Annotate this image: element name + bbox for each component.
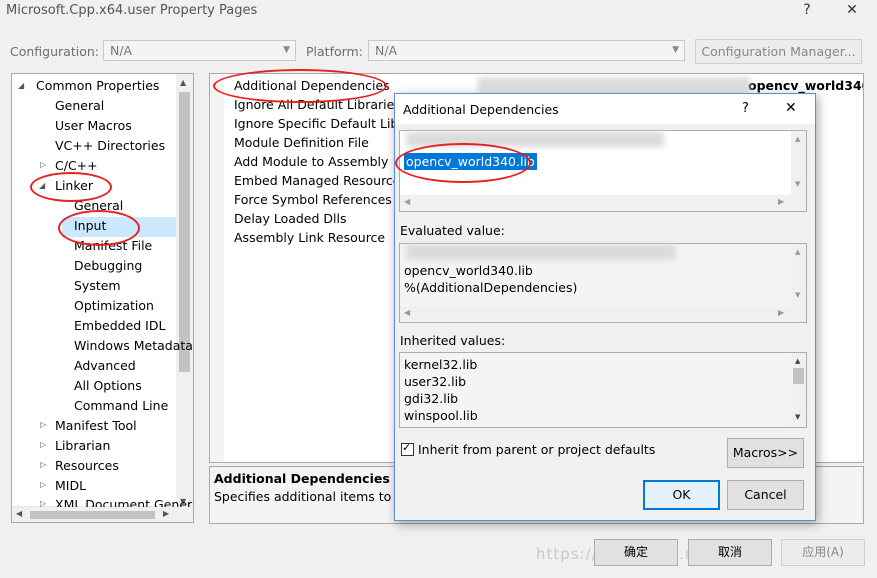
evaluated-horizontal-scrollbar[interactable]: ◀ ▶ <box>400 306 806 322</box>
chevron-down-icon: ▼ <box>283 45 290 55</box>
scrollbar-thumb[interactable] <box>793 368 804 384</box>
tree-item-command-line[interactable]: Command Line <box>74 396 168 416</box>
configuration-combobox[interactable]: N/A ▼ <box>103 40 296 61</box>
scroll-left-icon[interactable]: ◀ <box>404 197 410 206</box>
collapsed-arrow-icon[interactable]: ▷ <box>40 460 46 469</box>
tree-vertical-scrollbar[interactable]: ▲ ▼ <box>176 74 193 522</box>
description-title: Additional Dependencies <box>214 471 390 486</box>
grid-row-name[interactable]: Force Symbol References <box>234 190 392 209</box>
scroll-down-icon[interactable]: ▼ <box>795 291 800 299</box>
evaluated-line: opencv_world340.lib <box>404 263 533 278</box>
tree-item-embedded-idl[interactable]: Embedded IDL <box>74 316 165 336</box>
configuration-label: Configuration: <box>10 44 99 59</box>
tree-item-general[interactable]: General <box>55 96 104 116</box>
grid-gutter <box>210 74 224 462</box>
evaluated-line: %(AdditionalDependencies) <box>404 280 578 295</box>
apply-footer-button[interactable]: 应用(A) <box>781 539 865 566</box>
annotation-circle <box>58 210 140 246</box>
tree-item-advanced[interactable]: Advanced <box>74 356 136 376</box>
tree-item-user-macros[interactable]: User Macros <box>55 116 132 136</box>
tree-item-manifest-tool[interactable]: Manifest Tool <box>55 416 137 436</box>
inherited-line: winspool.lib <box>404 408 478 423</box>
collapsed-arrow-icon[interactable]: ▷ <box>40 160 46 169</box>
inherited-line: kernel32.lib <box>404 357 478 372</box>
ok-footer-button[interactable]: 确定 <box>594 539 678 566</box>
tree-item-all-options[interactable]: All Options <box>74 376 142 396</box>
inherited-values-label: Inherited values: <box>400 333 506 348</box>
scroll-right-icon[interactable]: ▶ <box>778 308 784 317</box>
inherited-line: user32.lib <box>404 374 467 389</box>
dialog-cancel-button[interactable]: Cancel <box>727 480 804 510</box>
redacted-region <box>478 77 750 93</box>
dialog-title: Additional Dependencies <box>403 102 559 117</box>
grid-row-name[interactable]: Delay Loaded Dlls <box>234 209 347 228</box>
scroll-right-icon[interactable]: ▶ <box>163 509 169 518</box>
tree-item-system[interactable]: System <box>74 276 121 296</box>
property-tree[interactable]: ▲ ▼ ◀ ▶ ◢ Common Properties General User… <box>11 73 194 523</box>
scrollbar-thumb[interactable] <box>30 511 155 519</box>
collapsed-arrow-icon[interactable]: ▷ <box>40 480 46 489</box>
grid-row-name[interactable]: Assembly Link Resource <box>234 228 385 247</box>
checkmark-icon: ✓ <box>402 441 412 454</box>
annotation-circle <box>395 143 531 183</box>
dialog-close-button[interactable]: ✕ <box>785 100 797 116</box>
tree-item-xml-document-generator[interactable]: XML Document Generator <box>55 495 193 507</box>
chevron-down-icon: ▼ <box>672 45 679 55</box>
tree-item-midl[interactable]: MIDL <box>55 476 86 496</box>
help-button[interactable]: ? <box>795 2 819 18</box>
annotation-circle <box>30 172 112 202</box>
tree-item-common-properties[interactable]: Common Properties <box>36 76 159 96</box>
scroll-right-icon[interactable]: ▶ <box>778 197 784 206</box>
scroll-up-icon[interactable]: ▲ <box>180 78 186 87</box>
inherit-checkbox[interactable]: ✓ <box>401 441 414 456</box>
collapsed-arrow-icon[interactable]: ▷ <box>40 420 46 429</box>
collapsed-arrow-icon[interactable]: ▷ <box>40 499 46 508</box>
collapsed-arrow-icon[interactable]: ▷ <box>40 440 46 449</box>
expanded-arrow-icon[interactable]: ◢ <box>18 81 24 90</box>
scroll-left-icon[interactable]: ◀ <box>404 308 410 317</box>
scrollbar-thumb[interactable] <box>179 92 190 372</box>
inherited-vertical-scrollbar[interactable]: ▲ ▼ <box>791 353 806 427</box>
scroll-up-icon[interactable]: ▲ <box>795 135 800 143</box>
evaluated-value-label: Evaluated value: <box>400 223 505 238</box>
edit-horizontal-scrollbar[interactable]: ◀ ▶ <box>400 195 806 211</box>
tree-item-windows-metadata[interactable]: Windows Metadata <box>74 336 193 356</box>
edit-vertical-scrollbar[interactable]: ▲ ▼ <box>791 131 806 195</box>
window-title: Microsoft.Cpp.x64.user Property Pages <box>6 3 258 18</box>
grid-row-name[interactable]: Add Module to Assembly <box>234 152 388 171</box>
configuration-value: N/A <box>110 43 133 58</box>
scroll-down-icon[interactable]: ▼ <box>795 413 800 421</box>
dialog-help-button[interactable]: ? <box>742 101 749 116</box>
inherited-line: gdi32.lib <box>404 391 459 406</box>
dialog-ok-button[interactable]: OK <box>643 480 720 510</box>
tree-horizontal-scrollbar[interactable]: ◀ ▶ <box>12 506 176 522</box>
configuration-manager-button[interactable]: Configuration Manager... <box>695 39 862 64</box>
tree-item-resources[interactable]: Resources <box>55 456 119 476</box>
tree-item-librarian[interactable]: Librarian <box>55 436 110 456</box>
evaluated-vertical-scrollbar[interactable]: ▲ ▼ <box>791 244 806 306</box>
evaluated-value-box: opencv_world340.lib %(AdditionalDependen… <box>399 243 807 323</box>
close-button[interactable]: ✕ <box>840 2 864 18</box>
redacted-region <box>406 245 676 260</box>
scroll-up-icon[interactable]: ▲ <box>795 248 800 256</box>
tree-item-debugging[interactable]: Debugging <box>74 256 142 276</box>
grid-row-name[interactable]: Module Definition File <box>234 133 369 152</box>
platform-value: N/A <box>375 43 398 58</box>
platform-combobox[interactable]: N/A ▼ <box>368 40 685 61</box>
tree-item-optimization[interactable]: Optimization <box>74 296 154 316</box>
scroll-left-icon[interactable]: ◀ <box>16 509 22 518</box>
scroll-up-icon[interactable]: ▲ <box>795 357 800 365</box>
cancel-footer-button[interactable]: 取消 <box>688 539 772 566</box>
tree-item-vc-directories[interactable]: VC++ Directories <box>55 136 165 156</box>
scroll-down-icon[interactable]: ▼ <box>795 180 800 188</box>
annotation-circle <box>213 69 387 103</box>
platform-label: Platform: <box>306 44 363 59</box>
inherited-values-box: kernel32.lib user32.lib gdi32.lib winspo… <box>399 352 807 428</box>
inherit-checkbox-label[interactable]: Inherit from parent or project defaults <box>418 442 655 457</box>
macros-button[interactable]: Macros>> <box>727 438 804 468</box>
